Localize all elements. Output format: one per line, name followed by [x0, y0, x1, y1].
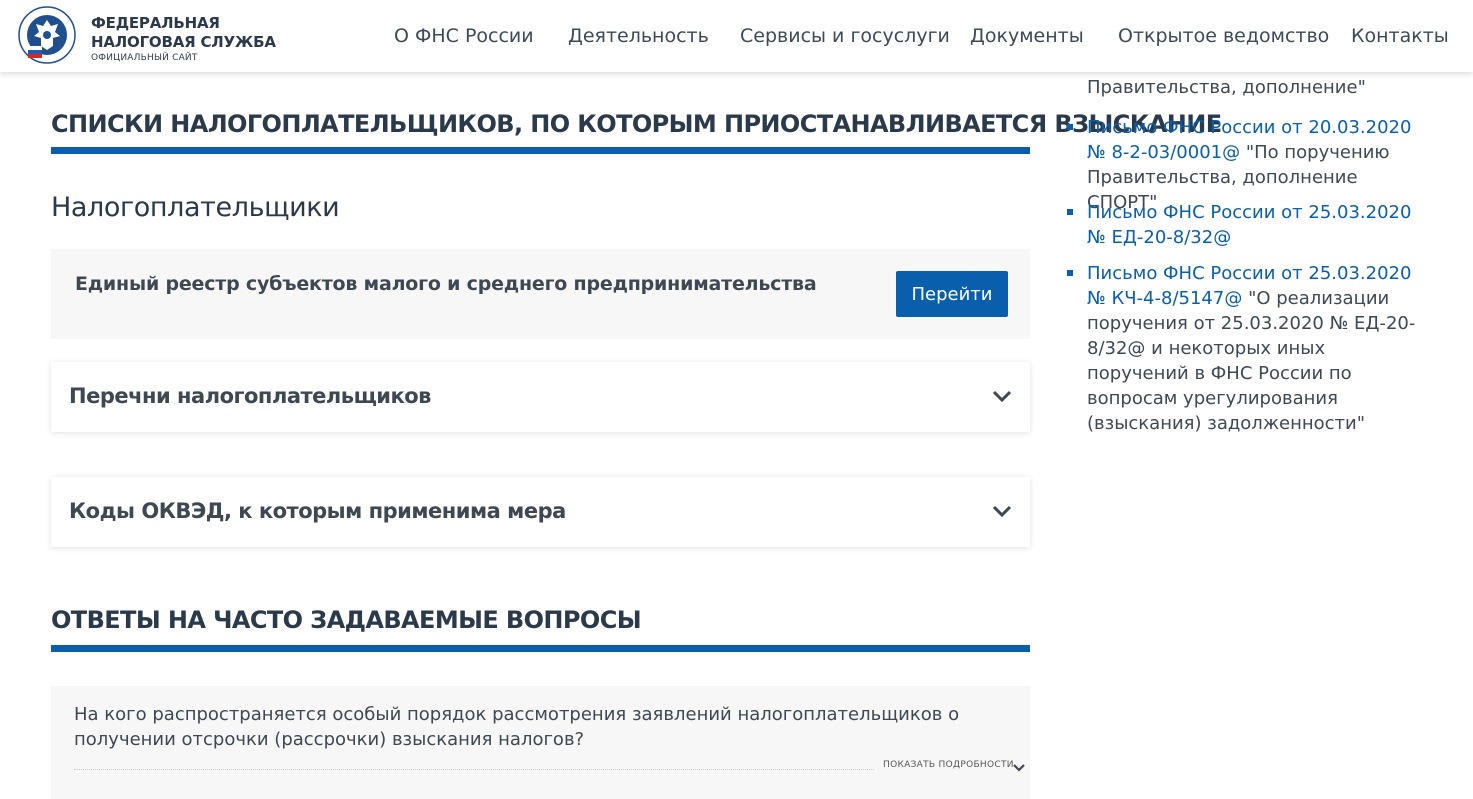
- nav-item-contacts[interactable]: Контакты: [1351, 25, 1449, 47]
- document-link[interactable]: Письмо ФНС России от 25.03.2020 № ЕД-20-…: [1087, 202, 1411, 248]
- section-divider: [51, 147, 1030, 154]
- logo-title-line1: ФЕДЕРАЛЬНАЯ: [91, 14, 220, 32]
- logo-title-line2: НАЛОГОВАЯ СЛУЖБА: [91, 33, 276, 51]
- faq-title: ОТВЕТЫ НА ЧАСТО ЗАДАВАЕМЫЕ ВОПРОСЫ: [51, 606, 642, 634]
- chevron-down-icon: [992, 390, 1012, 403]
- accordion-taxpayer-lists[interactable]: Перечни налогоплательщиков: [51, 362, 1030, 432]
- bullet-icon: [1067, 270, 1073, 276]
- faq-divider: [51, 645, 1030, 652]
- nav-item-about[interactable]: О ФНС России: [394, 25, 534, 47]
- chevron-down-icon[interactable]: [1012, 763, 1026, 773]
- doc-text-partial: Правительства, дополнение": [1087, 77, 1366, 98]
- faq-item: На кого распространяется особый порядок …: [51, 686, 1030, 799]
- fns-emblem-icon[interactable]: [18, 6, 76, 64]
- doc-text: Письмо ФНС России от 25.03.2020 № ЕД-20-…: [1087, 200, 1417, 250]
- registry-label: Единый реестр субъектов малого и среднег…: [75, 273, 817, 295]
- accordion-okved-codes[interactable]: Коды ОКВЭД, к которым применима мера: [51, 477, 1030, 547]
- faq-dotted-divider: [74, 769, 874, 770]
- doc-text: Письмо ФНС России от 25.03.2020 № КЧ-4-8…: [1087, 261, 1417, 436]
- chevron-down-icon: [992, 505, 1012, 518]
- registry-card: Единый реестр субъектов малого и среднег…: [51, 249, 1030, 339]
- logo-subtitle: ОФИЦИАЛЬНЫЙ САЙТ: [91, 53, 198, 63]
- bullet-icon: [1067, 209, 1073, 215]
- nav-item-activity[interactable]: Деятельность: [568, 25, 709, 47]
- site-logo-text[interactable]: ФЕДЕРАЛЬНАЯ НАЛОГОВАЯ СЛУЖБА ОФИЦИАЛЬНЫЙ…: [91, 14, 276, 63]
- faq-question: На кого распространяется особый порядок …: [74, 704, 960, 750]
- site-header: ФЕДЕРАЛЬНАЯ НАЛОГОВАЯ СЛУЖБА ОФИЦИАЛЬНЫЙ…: [0, 0, 1473, 72]
- accordion-label: Перечни налогоплательщиков: [69, 384, 431, 408]
- show-details-link[interactable]: ПОКАЗАТЬ ПОДРОБНОСТИ: [883, 760, 1014, 770]
- section-title: СПИСКИ НАЛОГОПЛАТЕЛЬЩИКОВ, ПО КОТОРЫМ ПР…: [51, 110, 1222, 138]
- nav-item-documents[interactable]: Документы: [970, 25, 1084, 47]
- go-button[interactable]: Перейти: [896, 271, 1008, 317]
- accordion-label: Коды ОКВЭД, к которым применима мера: [69, 499, 566, 523]
- nav-item-open-agency[interactable]: Открытое ведомство: [1118, 25, 1329, 47]
- nav-item-services[interactable]: Сервисы и госуслуги: [740, 25, 950, 47]
- page-subtitle: Налогоплательщики: [51, 192, 340, 223]
- doc-description: "О реализации поручения от 25.03.2020 № …: [1087, 288, 1416, 434]
- bullet-icon: [1067, 124, 1073, 130]
